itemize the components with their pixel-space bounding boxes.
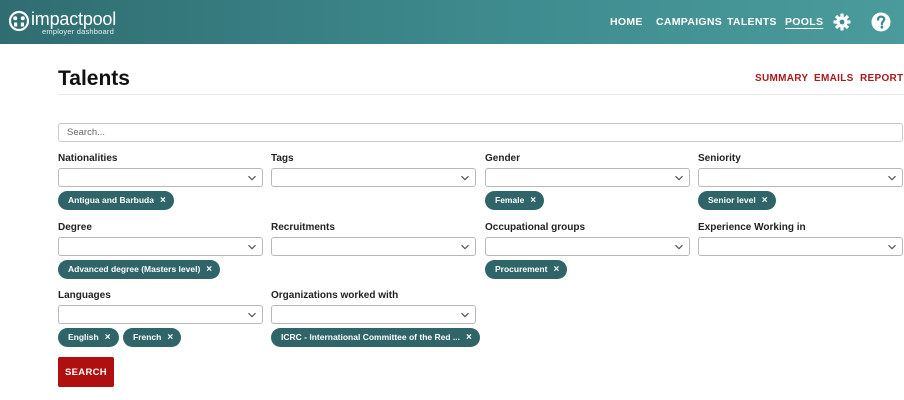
filter-label: Experience Working in <box>698 222 806 233</box>
selected-chips: English × French × <box>58 328 298 347</box>
filter-select-nationalities[interactable] <box>58 168 263 187</box>
filter-label: Degree <box>58 222 92 233</box>
filter-select-recruitments[interactable] <box>271 237 476 256</box>
report-link[interactable]: REPORT <box>860 73 903 85</box>
brand-subtitle: employer dashboard <box>42 27 114 36</box>
selected-chips: Advanced degree (Masters level) × <box>58 260 298 279</box>
emails-link[interactable]: EMAILS <box>814 73 854 85</box>
nav-home[interactable]: HOME <box>610 16 643 28</box>
chip-label: English <box>68 332 99 342</box>
filter-select-gender[interactable] <box>485 168 690 187</box>
filter-label: Languages <box>58 290 111 301</box>
selected-chips: Procurement × <box>485 260 725 279</box>
filter-label: Tags <box>271 153 294 164</box>
summary-link[interactable]: SUMMARY <box>755 73 808 85</box>
chevron-down-icon <box>888 175 896 181</box>
gear-icon[interactable] <box>832 12 852 32</box>
filter-label: Seniority <box>698 153 741 164</box>
search-input[interactable] <box>58 123 903 142</box>
chip-label: Female <box>495 195 525 205</box>
remove-chip-icon[interactable]: × <box>206 260 212 279</box>
filter-select-experience-working-in[interactable] <box>698 237 903 256</box>
selected-chips: ICRC - International Committee of the Re… <box>271 328 511 347</box>
chevron-down-icon <box>461 312 469 318</box>
chip-label: Antigua and Barbuda <box>68 195 154 205</box>
chevron-down-icon <box>248 312 256 318</box>
filter-select-tags[interactable] <box>271 168 476 187</box>
chevron-down-icon <box>248 244 256 250</box>
selected-chip: Senior level × <box>698 191 776 210</box>
remove-chip-icon[interactable]: × <box>167 328 173 347</box>
chip-label: French <box>133 332 162 342</box>
header-divider <box>58 94 904 95</box>
selected-chip: Female × <box>485 191 545 210</box>
chip-label: Senior level <box>708 195 756 205</box>
chevron-down-icon <box>675 244 683 250</box>
chevron-down-icon <box>888 244 896 250</box>
nav-pools[interactable]: POOLS <box>785 16 823 28</box>
selected-chips: Antigua and Barbuda × <box>58 191 298 210</box>
chip-label: Procurement <box>495 264 548 274</box>
selected-chips: Senior level × <box>698 191 904 210</box>
filter-label: Gender <box>485 153 521 164</box>
filter-label: Nationalities <box>58 153 118 164</box>
chevron-down-icon <box>461 175 469 181</box>
nav-campaigns[interactable]: CAMPAIGNS <box>656 16 722 28</box>
impactpool-logo[interactable]: impactpool employer dashboard <box>8 8 118 38</box>
page-title: Talents <box>58 67 130 90</box>
filter-select-seniority[interactable] <box>698 168 903 187</box>
filter-label: Organizations worked with <box>271 290 399 301</box>
nav-talents[interactable]: TALENTS <box>727 16 777 28</box>
chevron-down-icon <box>461 244 469 250</box>
impactpool-logo-icon <box>8 10 30 32</box>
chip-label: ICRC - International Committee of the Re… <box>281 332 460 342</box>
selected-chips: Female × <box>485 191 725 210</box>
filter-select-languages[interactable] <box>58 305 263 324</box>
help-icon[interactable] <box>871 12 891 32</box>
selected-chip: English × <box>58 328 119 347</box>
remove-chip-icon[interactable]: × <box>553 260 559 279</box>
filter-select-occupational-groups[interactable] <box>485 237 690 256</box>
selected-chip: Advanced degree (Masters level) × <box>58 260 221 279</box>
search-button[interactable]: SEARCH <box>58 357 114 387</box>
filter-select-degree[interactable] <box>58 237 263 256</box>
filter-label: Recruitments <box>271 222 335 233</box>
remove-chip-icon[interactable]: × <box>466 328 472 347</box>
chevron-down-icon <box>248 175 256 181</box>
chevron-down-icon <box>675 175 683 181</box>
remove-chip-icon[interactable]: × <box>762 191 768 210</box>
filter-label: Occupational groups <box>485 222 586 233</box>
selected-chip: French × <box>123 328 182 347</box>
remove-chip-icon[interactable]: × <box>105 328 111 347</box>
chip-label: Advanced degree (Masters level) <box>68 264 201 274</box>
filter-select-organizations-worked-with[interactable] <box>271 305 476 324</box>
remove-chip-icon[interactable]: × <box>530 191 536 210</box>
selected-chip: Procurement × <box>485 260 568 279</box>
remove-chip-icon[interactable]: × <box>160 191 166 210</box>
top-navigation-bar: impactpool employer dashboard HOME CAMPA… <box>0 0 904 44</box>
selected-chip: Antigua and Barbuda × <box>58 191 174 210</box>
selected-chip: ICRC - International Committee of the Re… <box>271 328 480 347</box>
